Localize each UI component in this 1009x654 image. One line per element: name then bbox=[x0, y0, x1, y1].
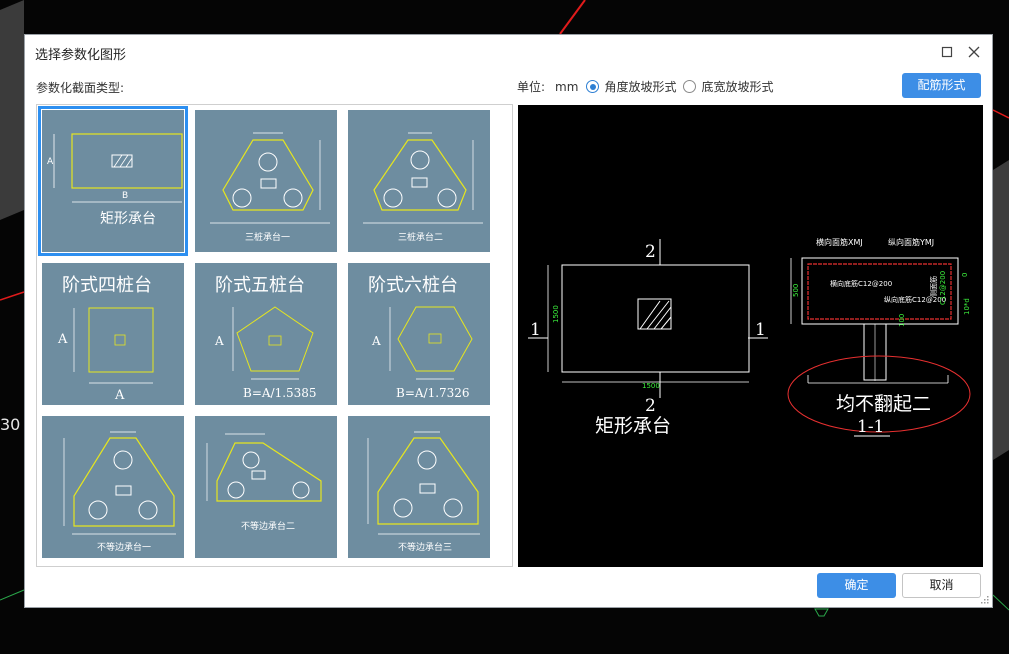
thumb-label: 三桩承台二 bbox=[398, 231, 443, 243]
title-bar: 选择参数化图形 bbox=[25, 35, 992, 69]
section-title: 1-1 bbox=[857, 417, 884, 437]
preview-drawing: 2 2 1 1 1500 1500 矩形承台 500 横向面筋XMJ 纵向面筋Y… bbox=[528, 237, 971, 437]
side-mark-right: 1 bbox=[755, 320, 766, 340]
ok-button[interactable]: 确定 bbox=[817, 573, 896, 598]
preview-title: 矩形承台 bbox=[595, 415, 671, 437]
svg-text:A: A bbox=[114, 388, 125, 403]
three-pile-cap-drawing: 三桩承台一 bbox=[210, 132, 330, 243]
unequal-cap-drawing: 不等边承台一 bbox=[63, 431, 176, 553]
formula: B=A/1.5385 bbox=[243, 386, 317, 400]
thumb-unequal-cap-3[interactable]: 不等边承台三 bbox=[348, 416, 490, 558]
radio-slope-width-label: 底宽放坡形式 bbox=[701, 80, 774, 94]
radio-slope-width[interactable]: 底宽放坡形式 bbox=[683, 78, 773, 95]
thumb-step-five-pile[interactable]: 阶式五桩台 A B=A/1.5385 bbox=[195, 263, 337, 405]
svg-text:B: B bbox=[122, 191, 128, 201]
thumb-label: 不等边承台一 bbox=[97, 541, 151, 553]
cancel-button[interactable]: 取消 bbox=[902, 573, 981, 598]
label-bot-x: 横向底筋C12@200 bbox=[830, 279, 892, 288]
formula: B=A/1.7326 bbox=[396, 386, 470, 400]
side-number: 30 bbox=[0, 415, 20, 434]
label-side: 侧面筋 bbox=[929, 276, 938, 297]
thumb-unequal-cap-2[interactable]: 不等边承台二 bbox=[195, 416, 337, 558]
thumb-unequal-cap-1[interactable]: 不等边承台一 bbox=[42, 416, 184, 558]
thumb-rect-cap[interactable]: A B 矩形承台 bbox=[38, 106, 188, 256]
three-pile-cap-drawing: 三桩承台二 bbox=[363, 132, 483, 243]
thumb-label: 阶式五桩台 bbox=[215, 275, 305, 296]
select-parametric-shape-dialog: 选择参数化图形 参数化截面类型: 单位: mm 角度放坡形式 底宽放坡形式 配筋… bbox=[24, 34, 993, 608]
slope-options: 单位: mm 角度放坡形式 底宽放坡形式 bbox=[517, 78, 780, 95]
radio-checked-icon bbox=[586, 80, 600, 93]
section-type-label: 参数化截面类型: bbox=[36, 81, 125, 95]
svg-text:A: A bbox=[371, 334, 381, 348]
maximize-button[interactable] bbox=[937, 42, 957, 62]
unequal-cap-drawing: 不等边承台三 bbox=[367, 431, 480, 553]
resize-grip-icon[interactable] bbox=[981, 596, 989, 604]
thumb-three-pile-cap-2[interactable]: 三桩承台二 bbox=[348, 110, 490, 252]
rect-cap-drawing: A B 矩形承台 bbox=[47, 133, 183, 227]
thumb-label: 三桩承台一 bbox=[245, 231, 290, 243]
thumb-label: 阶式四桩台 bbox=[62, 275, 152, 296]
shape-preview: 2 2 1 1 1500 1500 矩形承台 500 横向面筋XMJ 纵向面筋Y… bbox=[518, 105, 983, 567]
dim-height: 1500 bbox=[552, 305, 560, 323]
dim-zero: 0 bbox=[961, 273, 969, 277]
svg-text:A: A bbox=[47, 157, 54, 167]
side-mark-left: 1 bbox=[530, 320, 541, 340]
section-note: 均不翻起二 bbox=[836, 393, 931, 415]
dim-pile: 100 bbox=[898, 314, 906, 327]
radio-slope-angle[interactable]: 角度放坡形式 bbox=[586, 78, 676, 95]
dim-depth: 500 bbox=[792, 284, 800, 297]
square-icon bbox=[941, 46, 953, 58]
radio-slope-angle-label: 角度放坡形式 bbox=[604, 80, 677, 94]
svg-text:A: A bbox=[57, 332, 68, 347]
window-title: 选择参数化图形 bbox=[35, 48, 127, 63]
thumb-step-four-pile[interactable]: 阶式四桩台 A A bbox=[42, 263, 184, 405]
close-icon bbox=[968, 46, 980, 58]
label-top-x: 横向面筋XMJ bbox=[816, 237, 863, 247]
unit-label: 单位: bbox=[517, 80, 546, 94]
close-button[interactable] bbox=[964, 42, 984, 62]
thumb-label: 不等边承台三 bbox=[398, 541, 452, 553]
radio-unchecked-icon bbox=[683, 80, 697, 93]
thumb-label: 矩形承台 bbox=[100, 211, 156, 227]
unit-value: mm bbox=[555, 79, 579, 94]
svg-text:A: A bbox=[214, 334, 224, 348]
step-five-pile-drawing: 阶式五桩台 A B=A/1.5385 bbox=[214, 275, 317, 400]
rebar-form-button[interactable]: 配筋形式 bbox=[902, 73, 981, 98]
thumb-label: 不等边承台二 bbox=[241, 520, 295, 532]
thumb-three-pile-cap-1[interactable]: 三桩承台一 bbox=[195, 110, 337, 252]
section-mark-top: 2 bbox=[645, 242, 656, 262]
dim-right: 10*d bbox=[963, 298, 971, 315]
section-mark-bottom: 2 bbox=[645, 396, 656, 416]
step-four-pile-drawing: 阶式四桩台 A A bbox=[57, 275, 154, 403]
section-type-gallery: A B 矩形承台 三桩承台一 三桩承台二 阶式四桩台 A A 阶式五桩台 A B… bbox=[36, 104, 513, 567]
label-top-y: 纵向面筋YMJ bbox=[888, 237, 934, 247]
unequal-cap-drawing: 不等边承台二 bbox=[206, 433, 322, 532]
label-side-spec: C12@200 bbox=[939, 271, 947, 305]
thumb-label: 阶式六桩台 bbox=[368, 275, 458, 296]
gallery-scrollbar[interactable] bbox=[511, 175, 512, 566]
step-six-pile-drawing: 阶式六桩台 A B=A/1.7326 bbox=[368, 275, 473, 400]
thumb-step-six-pile[interactable]: 阶式六桩台 A B=A/1.7326 bbox=[348, 263, 490, 405]
dim-width: 1500 bbox=[642, 382, 660, 390]
